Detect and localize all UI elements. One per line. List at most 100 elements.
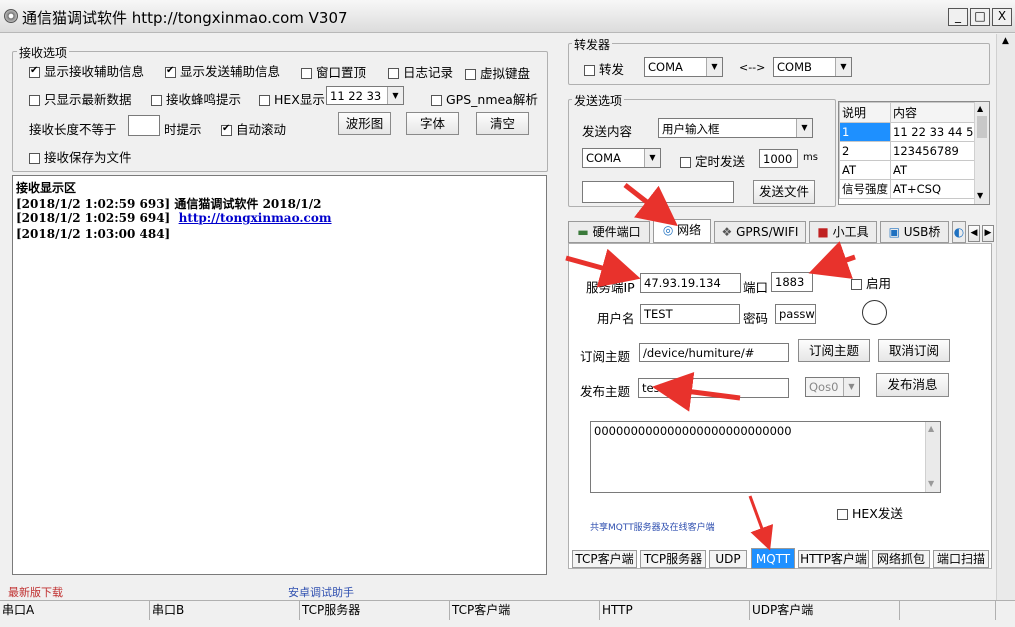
timed-send-option[interactable]: 定时发送 — [680, 151, 745, 170]
recv-length-input[interactable] — [128, 115, 160, 136]
subscribe-button[interactable]: 订阅主题 — [798, 339, 870, 362]
send-table[interactable]: 说明 内容 1 11 22 33 44 55 2 123456789 AT AT… — [838, 101, 990, 205]
receive-line-with-link: [2018/1/2 1:02:59 694] http://tongxinmao… — [16, 211, 332, 225]
tab-scroll-left-button[interactable]: ◀ — [968, 225, 980, 242]
chevron-down-icon[interactable]: ▼ — [706, 58, 722, 76]
save-file-checkbox[interactable] — [29, 153, 40, 164]
table-row[interactable]: 1 11 22 33 44 55 — [839, 122, 984, 142]
hex-show-option[interactable]: HEX显示 — [259, 89, 325, 108]
table-scrollbar[interactable]: ▲ ▼ — [974, 102, 989, 204]
subscribe-topic-input[interactable]: /device/humiture/# — [639, 343, 789, 362]
server-ip-input[interactable]: 47.93.19.134 — [640, 273, 741, 293]
send-content-select[interactable]: 用户输入框 ▼ — [658, 118, 813, 138]
chevron-down-icon[interactable]: ▼ — [835, 58, 851, 76]
enable-checkbox[interactable] — [851, 279, 862, 290]
unsubscribe-button[interactable]: 取消订阅 — [878, 339, 950, 362]
chevron-down-icon[interactable]: ▼ — [796, 119, 812, 137]
waveform-button[interactable]: 波形图 — [338, 112, 391, 135]
receive-display-area[interactable]: 接收显示区 [2018/1/2 1:02:59 693] 通信猫调试软件 201… — [12, 175, 547, 575]
tab-tools[interactable]: ■ 小工具 — [809, 221, 877, 243]
only-latest-checkbox[interactable] — [29, 95, 40, 106]
password-input[interactable]: passwo — [775, 304, 816, 324]
auto-scroll-option[interactable]: 自动滚动 — [221, 119, 286, 138]
username-input[interactable]: TEST — [640, 304, 740, 324]
auto-scroll-checkbox[interactable] — [221, 123, 232, 136]
timed-send-checkbox[interactable] — [680, 157, 691, 168]
receive-link[interactable]: http://tongxinmao.com — [179, 211, 332, 225]
maximize-button[interactable]: □ — [970, 8, 990, 26]
send-file-button[interactable]: 发送文件 — [753, 180, 815, 204]
tab-tcp-server[interactable]: TCP服务器 — [640, 550, 706, 568]
enable-option[interactable]: 启用 — [851, 273, 891, 292]
clear-button[interactable]: 清空 — [476, 112, 529, 135]
hex-send-option[interactable]: HEX发送 — [837, 503, 903, 522]
chevron-down-icon[interactable]: ▼ — [843, 378, 859, 396]
chevron-down-icon[interactable]: ▼ — [977, 191, 983, 200]
show-recv-aux-option[interactable]: 显示接收辅助信息 — [29, 61, 144, 80]
hex-send-checkbox[interactable] — [837, 509, 848, 520]
window-scrollbar[interactable]: ▲ ▼ — [996, 34, 1015, 616]
table-row[interactable]: 2 123456789 — [839, 141, 984, 161]
timed-interval-input[interactable]: 1000 — [759, 149, 798, 168]
tab-http-client[interactable]: HTTP客户端 — [798, 550, 869, 568]
port-input[interactable]: 1883 — [771, 272, 813, 292]
log-checkbox[interactable] — [388, 68, 399, 79]
beep-checkbox[interactable] — [151, 95, 162, 106]
close-button[interactable]: X — [992, 8, 1012, 26]
tab-udp[interactable]: UDP — [709, 550, 747, 568]
scroll-thumb[interactable] — [977, 116, 987, 138]
gps-checkbox[interactable] — [431, 95, 442, 106]
show-recv-aux-checkbox[interactable] — [29, 65, 40, 78]
send-port-select[interactable]: COMA ▼ — [582, 148, 661, 168]
minimize-button[interactable]: _ — [948, 8, 968, 26]
forward-to-select[interactable]: COMB ▼ — [773, 57, 852, 77]
tab-overflow[interactable]: ◐ — [952, 221, 966, 243]
window-top-option[interactable]: 窗口置顶 — [301, 62, 366, 81]
hex-show-select[interactable]: 11 22 33 ▼ — [326, 86, 404, 105]
tab-mqtt[interactable]: MQTT — [751, 548, 795, 569]
chevron-up-icon[interactable]: ▲ — [977, 104, 983, 113]
chevron-up-icon[interactable]: ▲ — [1002, 36, 1009, 46]
log-option[interactable]: 日志记录 — [388, 62, 453, 81]
tab-tcp-client[interactable]: TCP客户端 — [572, 550, 637, 568]
message-scrollbar[interactable]: ▲ ▼ — [925, 422, 940, 492]
only-latest-option[interactable]: 只显示最新数据 — [29, 89, 132, 108]
publish-button[interactable]: 发布消息 — [876, 373, 949, 397]
qos-select[interactable]: Qos0 ▼ — [805, 377, 860, 397]
send-text-input[interactable] — [582, 181, 734, 203]
show-send-aux-option[interactable]: 显示发送辅助信息 — [165, 61, 280, 80]
tab-network[interactable]: ◎ 网络 — [653, 219, 711, 243]
tab-packet-capture[interactable]: 网络抓包 — [872, 550, 930, 568]
android-helper-link[interactable]: 安卓调试助手 — [288, 584, 354, 600]
only-latest-label: 只显示最新数据 — [43, 92, 132, 107]
tab-hardware-port[interactable]: ▬ 硬件端口 — [568, 221, 650, 243]
tab-scroll-right-button[interactable]: ▶ — [982, 225, 994, 242]
column-header[interactable]: 内容 — [890, 102, 984, 123]
virtual-keyboard-checkbox[interactable] — [465, 69, 476, 80]
forward-from-select[interactable]: COMA ▼ — [644, 57, 723, 77]
latest-download-link[interactable]: 最新版下载 — [8, 584, 63, 600]
save-file-option[interactable]: 接收保存为文件 — [29, 147, 132, 166]
beep-option[interactable]: 接收蜂鸣提示 — [151, 89, 241, 108]
tab-usb-bridge[interactable]: ▣ USB桥 — [880, 221, 949, 243]
chevron-down-icon[interactable]: ▼ — [387, 87, 403, 104]
show-send-aux-checkbox[interactable] — [165, 65, 176, 78]
window-top-checkbox[interactable] — [301, 68, 312, 79]
column-header[interactable]: 说明 — [839, 102, 891, 123]
publish-message-textarea[interactable]: 000000000000000000000000000 ▲ ▼ — [590, 421, 941, 493]
gps-option[interactable]: GPS_nmea解析 — [431, 89, 538, 108]
tab-port-scan[interactable]: 端口扫描 — [933, 550, 989, 568]
tab-gprs-wifi[interactable]: ❖ GPRS/WIFI — [714, 221, 806, 243]
chevron-down-icon[interactable]: ▼ — [928, 479, 934, 488]
table-row[interactable]: AT AT — [839, 160, 984, 180]
hex-show-checkbox[interactable] — [259, 95, 270, 106]
forward-option[interactable]: 转发 — [584, 59, 624, 78]
shared-mqtt-link[interactable]: 共享MQTT服务器及在线客户端 — [590, 520, 715, 533]
publish-topic-input[interactable]: test — [638, 378, 789, 398]
font-button[interactable]: 字体 — [406, 112, 459, 135]
virtual-keyboard-option[interactable]: 虚拟键盘 — [465, 63, 530, 82]
table-row[interactable]: 信号强度 AT+CSQ — [839, 179, 984, 199]
forward-checkbox[interactable] — [584, 65, 595, 76]
chevron-up-icon[interactable]: ▲ — [928, 424, 934, 433]
chevron-down-icon[interactable]: ▼ — [644, 149, 660, 167]
